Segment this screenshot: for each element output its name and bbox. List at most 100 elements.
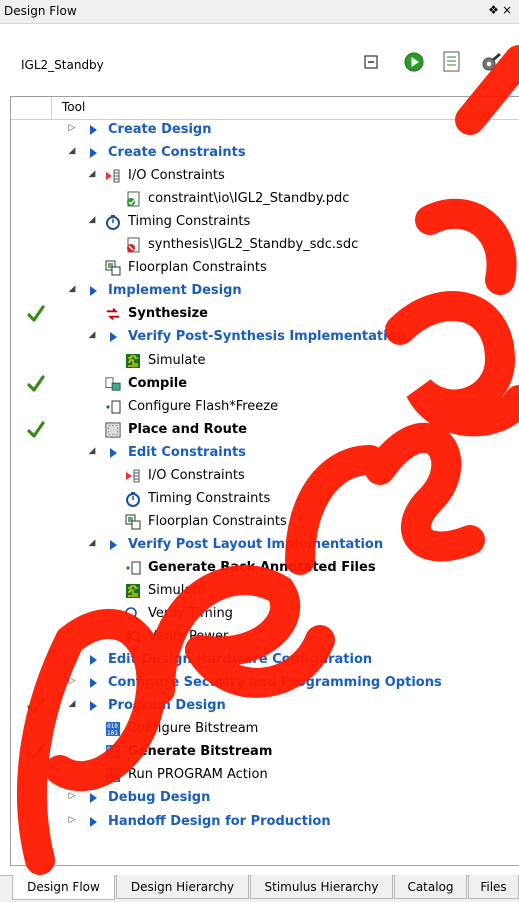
config-icon <box>125 560 141 576</box>
close-icon[interactable]: × <box>502 3 515 17</box>
tree-row[interactable]: ▷ Debug Design <box>11 787 519 810</box>
expand-arrow-icon[interactable]: ▷ <box>67 791 77 801</box>
tree-row-label: Verify Post Layout Implementation <box>128 536 384 552</box>
tab-stimulus-hierarchy[interactable]: Stimulus Hierarchy <box>250 875 393 899</box>
tree-row-label: Verify Post-Synthesis Implementation <box>128 329 406 345</box>
tree-row[interactable]: ◢ Create Constraints <box>11 142 519 165</box>
tree-row[interactable]: ◢ Verify Post Layout Implementation <box>11 534 519 557</box>
tree-row[interactable]: Generate Back Annotated Files <box>11 557 519 580</box>
tree-row[interactable]: Floorplan Constraints <box>11 257 519 280</box>
complete-check-icon <box>27 374 45 397</box>
expand-arrow-icon[interactable]: ▷ <box>67 123 77 133</box>
tab-files[interactable]: Files <box>468 875 519 899</box>
collapse-arrow-icon[interactable]: ◢ <box>67 284 77 294</box>
tree-row-label: Handoff Design for Production <box>108 813 331 829</box>
reports-button[interactable] <box>441 51 463 73</box>
tree-row[interactable]: Verify Power <box>11 626 519 649</box>
tab-design-hierarchy[interactable]: Design Hierarchy <box>116 875 249 899</box>
design-flow-panel: IGL2_Standby Tool ▷ Create Design ◢ Crea… <box>0 24 519 882</box>
tree-row[interactable]: ▷ Handoff Design for Production <box>11 811 519 834</box>
tree-row[interactable]: 010 101 Run PROGRAM Action <box>11 764 519 787</box>
io-icon <box>105 168 121 184</box>
svg-text:010: 010 <box>107 746 118 753</box>
collapse-arrow-icon[interactable]: ◢ <box>87 330 97 340</box>
tree-row-label: synthesis\IGL2_Standby_sdc.sdc <box>148 237 359 253</box>
tree-row-label: Generate Back Annotated Files <box>148 559 376 575</box>
expand-arrow-icon[interactable]: ▷ <box>67 653 77 663</box>
tree-row[interactable]: Floorplan Constraints <box>11 511 519 534</box>
tree-row-label: Edit Design Hardware Configuration <box>108 652 373 668</box>
blue-triangle-icon <box>85 814 101 830</box>
floorplan-icon <box>105 260 121 276</box>
compile-icon <box>105 376 121 392</box>
synth-icon <box>105 306 121 322</box>
bitstream-icon: 010 101 <box>105 721 121 737</box>
bottom-tab-bar: Design Flow Design Hierarchy Stimulus Hier… <box>0 875 519 902</box>
tree-row[interactable]: 010 101 Configure Bitstream <box>11 718 519 741</box>
collapse-all-button[interactable] <box>360 51 382 73</box>
stopwatch-icon <box>125 491 141 507</box>
expand-arrow-icon[interactable]: ▷ <box>67 815 77 825</box>
collapse-arrow-icon[interactable]: ◢ <box>87 538 97 548</box>
report-icon <box>443 51 460 72</box>
par-icon <box>105 422 121 438</box>
tree-row-label: Verify Timing <box>148 606 233 622</box>
tree-row-label: Compile <box>128 375 188 391</box>
tree-row[interactable]: ◢ Timing Constraints <box>11 211 519 234</box>
tree-row-label: Configure Bitstream <box>128 721 259 737</box>
tree-row-label: Configure Flash*Freeze <box>128 398 279 414</box>
tree-row[interactable]: Timing Constraints <box>11 488 519 511</box>
bitstream-icon: 010 101 <box>105 744 121 760</box>
svg-text:010: 010 <box>107 723 118 730</box>
tree-row[interactable]: ▷ Create Design <box>11 119 519 142</box>
tree-row[interactable]: ◢ Edit Constraints <box>11 442 519 465</box>
tree-row[interactable]: Simulate <box>11 350 519 373</box>
tree-row[interactable]: ▷ Edit Design Hardware Configuration <box>11 649 519 672</box>
tree-row[interactable]: ◢ Program Design <box>11 695 519 718</box>
collapse-arrow-icon[interactable]: ◢ <box>67 699 77 709</box>
tree-row-label: Simulate <box>148 583 206 598</box>
tree-row[interactable]: Simulate <box>11 580 519 603</box>
tree-row-label: Configure Security and Programming Optio… <box>108 675 442 691</box>
pin-icon[interactable]: ❖ <box>488 3 502 17</box>
expand-arrow-icon[interactable]: ▷ <box>67 676 77 686</box>
collapse-arrow-icon[interactable]: ◢ <box>67 146 77 156</box>
tree-row[interactable]: I/O Constraints <box>11 465 519 488</box>
tree-row-label: Simulate <box>148 352 206 368</box>
options-icon <box>482 53 501 71</box>
tree-row-label: Edit Constraints <box>128 444 246 460</box>
tree-row[interactable]: ▷ Configure Security and Programming Opti… <box>11 672 519 695</box>
tree-row-label: Run PROGRAM Action <box>128 767 268 783</box>
tree-row[interactable]: Configure Flash*Freeze <box>11 396 519 419</box>
tree-row-label: I/O Constraints <box>128 168 225 184</box>
tab-catalog[interactable]: Catalog <box>394 875 467 899</box>
stopwatch-icon <box>105 214 121 231</box>
tree-column-header: Tool <box>11 97 519 120</box>
sim-icon <box>125 583 141 599</box>
tab-design-flow[interactable]: Design Flow <box>12 875 115 900</box>
tree-row-label: Floorplan Constraints <box>128 260 267 276</box>
tree-row[interactable]: Compile <box>11 373 519 396</box>
svg-text:101: 101 <box>107 730 118 737</box>
collapse-arrow-icon[interactable]: ◢ <box>87 215 97 225</box>
collapse-arrow-icon[interactable]: ◢ <box>87 169 97 179</box>
tree-row[interactable]: 010 101 Generate Bitstream <box>11 741 519 764</box>
blue-triangle-icon <box>85 698 101 714</box>
tree-row-label: Place and Route <box>128 421 247 437</box>
tree-row[interactable]: ◢ Implement Design <box>11 280 519 303</box>
tree-row[interactable]: Place and Route <box>11 419 519 442</box>
blue-triangle-icon <box>85 675 101 691</box>
tree-row[interactable]: synthesis\IGL2_Standby_sdc.sdc <box>11 234 519 257</box>
tree-row[interactable]: Synthesize <box>11 303 519 326</box>
collapse-arrow-icon[interactable]: ◢ <box>87 446 97 456</box>
run-button[interactable] <box>403 51 425 73</box>
blue-triangle-icon <box>85 652 101 668</box>
tree-row[interactable]: ◢ I/O Constraints <box>11 165 519 188</box>
tree-row[interactable]: constraint\io\IGL2_Standby.pdc <box>11 188 519 211</box>
tree-row[interactable]: ◢ Verify Post-Synthesis Implementation <box>11 326 519 349</box>
tree-row[interactable]: Verify Timing <box>11 603 519 626</box>
panel-titlebar: Design Flow ❖× <box>0 0 519 24</box>
design-flow-tree[interactable]: Tool ▷ Create Design ◢ Create Constraints ◢ I… <box>10 96 519 866</box>
options-button[interactable] <box>480 51 502 73</box>
tree-row-label: Program Design <box>108 698 226 714</box>
